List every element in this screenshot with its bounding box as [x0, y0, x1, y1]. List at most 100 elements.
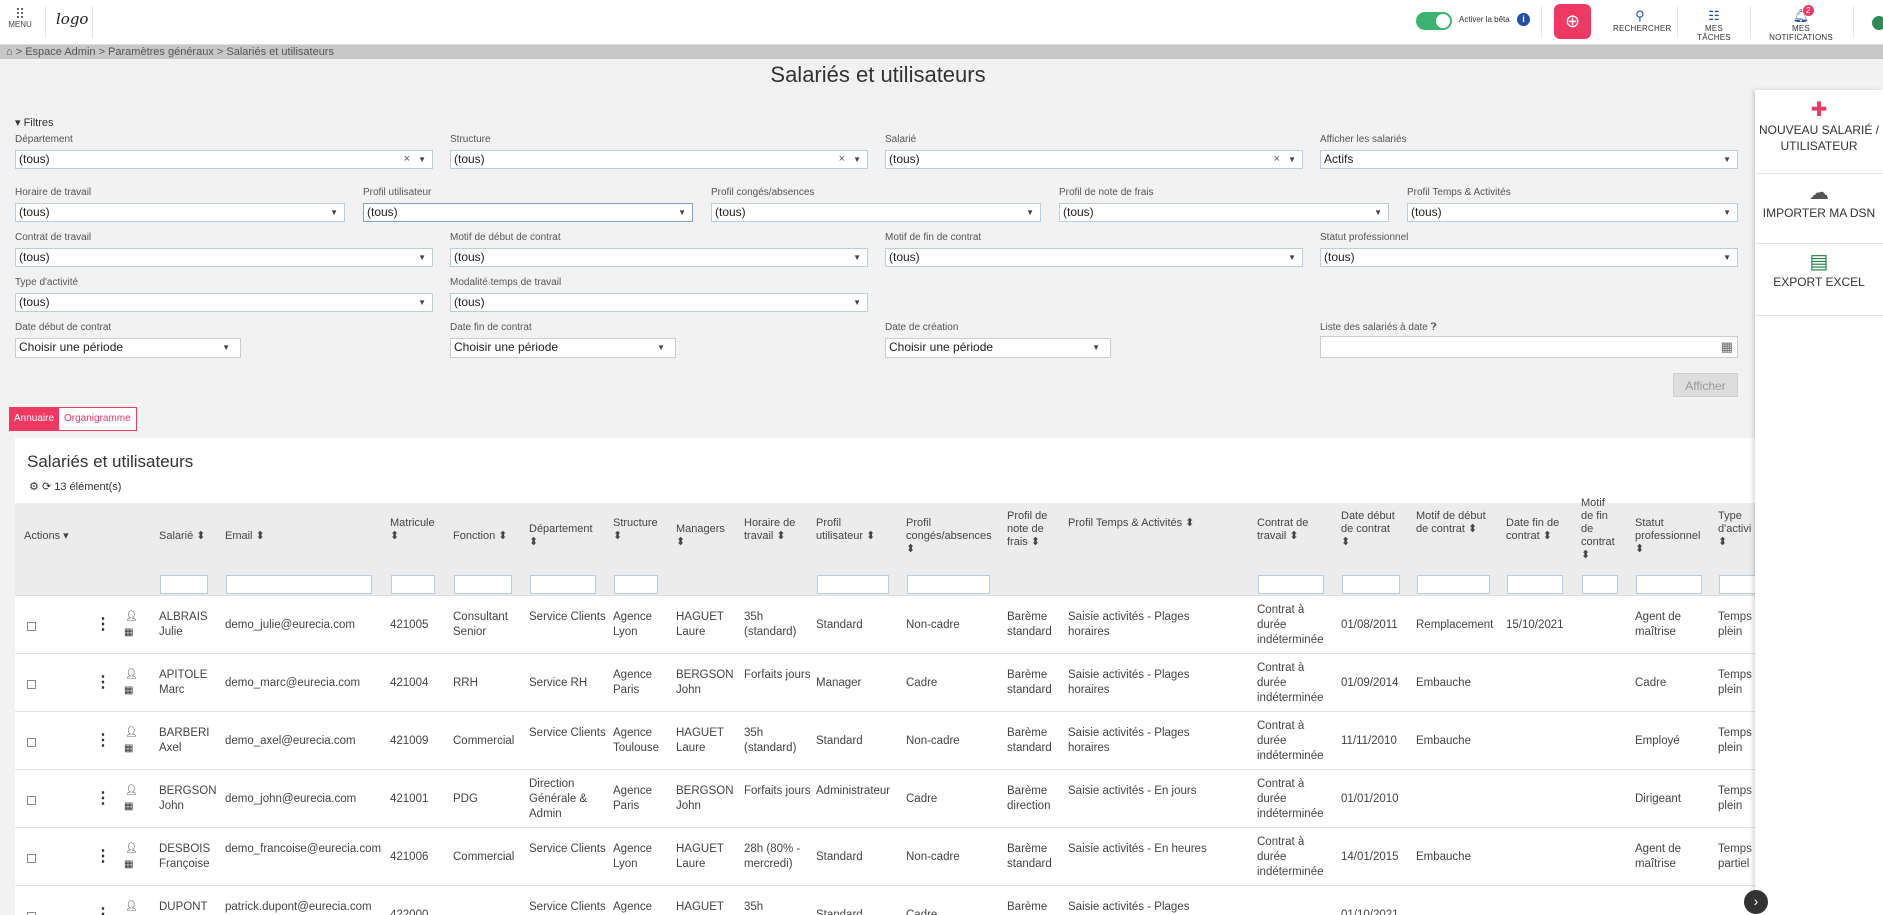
logo[interactable]: logo: [56, 10, 88, 28]
row-menu-icon[interactable]: ⋮: [95, 617, 111, 633]
date-debut-select[interactable]: Choisir une période ▼: [15, 338, 241, 358]
table-row[interactable]: ⋮ 👤︎ ▦ DESBOIS Françoise demo_francoise@eure…: [15, 829, 1755, 886]
profil-frais-select[interactable]: (tous) ▼: [1059, 203, 1389, 222]
row-checkbox[interactable]: [27, 854, 36, 863]
import-dsn-button[interactable]: ☁ IMPORTER MA DSN: [1755, 181, 1883, 221]
profil-conges-select[interactable]: (tous) ▼: [711, 203, 1041, 222]
profil-temps-select[interactable]: (tous) ▼: [1407, 203, 1738, 222]
row-checkbox[interactable]: [27, 796, 36, 805]
clear-icon[interactable]: ×: [404, 151, 410, 168]
afficher-button[interactable]: Afficher: [1673, 373, 1738, 397]
column-header-managers[interactable]: Managers ⬍: [676, 523, 731, 549]
afficher-select[interactable]: Actifs ▼: [1320, 150, 1738, 169]
cell-email[interactable]: patrick.dupont@eurecia.com: [225, 900, 373, 915]
user-icon[interactable]: 👤︎: [125, 902, 138, 912]
column-header-date-fin[interactable]: Date fin de contrat ⬍: [1506, 517, 1566, 543]
user-icon[interactable]: 👤︎: [125, 786, 138, 796]
notifications-button[interactable]: 🔔︎ 2 MES NOTIFICATIONS: [1760, 5, 1842, 42]
table-row[interactable]: ⋮👤︎▦DUPONT Patrickpatrick.dupont@eurecia…: [15, 887, 1755, 915]
date-fin-select[interactable]: Choisir une période ▼: [450, 338, 676, 358]
user-icon[interactable]: 👤︎: [125, 670, 138, 680]
column-filter-date-fin[interactable]: [1507, 575, 1563, 594]
column-header-email[interactable]: Email ⬍: [225, 530, 365, 543]
refresh-icon[interactable]: ⟳: [42, 481, 51, 493]
column-header-profil-utilisateur[interactable]: Profil utilisateur ⬍: [816, 517, 886, 543]
row-checkbox[interactable]: [27, 738, 36, 747]
contrat-select[interactable]: (tous) ▼: [15, 248, 433, 267]
column-filter-email[interactable]: [226, 575, 372, 594]
cell-salarie[interactable]: BARBERI Axel: [159, 726, 215, 756]
user-icon[interactable]: 👤︎: [125, 728, 138, 738]
date-creation-select[interactable]: Choisir une période ▼: [885, 338, 1111, 358]
tasks-button[interactable]: ☷ MES TÂCHES: [1688, 8, 1740, 42]
column-filter-contrat[interactable]: [1258, 575, 1324, 594]
cell-email[interactable]: demo_marc@eurecia.com: [225, 676, 373, 691]
calendar-icon[interactable]: ▦: [124, 860, 133, 870]
quick-add-button[interactable]: ⊕: [1554, 4, 1591, 39]
table-row[interactable]: ⋮ 👤︎ ▦ BARBERI Axel demo_axel@eurecia.com 421…: [15, 713, 1755, 770]
column-filter-date-debut[interactable]: [1342, 575, 1400, 594]
column-header-matricule[interactable]: Matricule ⬍: [390, 517, 440, 543]
column-header-statut[interactable]: Statut professionnel ⬍: [1635, 517, 1705, 556]
column-filter-departement[interactable]: [530, 575, 596, 594]
calendar-icon[interactable]: ▦: [124, 744, 133, 754]
column-filter-motif-debut[interactable]: [1417, 575, 1490, 594]
row-menu-icon[interactable]: ⋮: [95, 849, 111, 865]
help-icon[interactable]: ❓︎: [1431, 322, 1437, 333]
cell-salarie[interactable]: BERGSON John: [159, 784, 217, 814]
row-checkbox[interactable]: [27, 622, 36, 631]
column-header-motif-debut[interactable]: Motif de début de contrat ⬍: [1416, 510, 1486, 536]
column-filter-salarie[interactable]: [160, 575, 208, 594]
column-header-type[interactable]: Type d'activi ⬍: [1718, 510, 1755, 549]
new-employee-button[interactable]: ✚ NOUVEAU SALARIÉ / UTILISATEUR: [1755, 98, 1883, 154]
profil-utilisateur-select[interactable]: (tous) ▼: [363, 203, 693, 222]
column-header-fonction[interactable]: Fonction ⬍: [453, 530, 513, 543]
user-icon[interactable]: 👤︎: [125, 844, 138, 854]
column-filter-motif-fin[interactable]: [1582, 575, 1618, 594]
cell-salarie[interactable]: DESBOIS Françoise: [159, 842, 215, 872]
gear-icon[interactable]: ⚙: [29, 481, 39, 493]
column-header-contrat[interactable]: Contrat de travail ⬍: [1257, 517, 1317, 543]
horaire-select[interactable]: (tous) ▼: [15, 203, 345, 222]
row-menu-icon[interactable]: ⋮: [95, 675, 111, 691]
column-header-structure[interactable]: Structure ⬍: [613, 517, 663, 543]
search-button[interactable]: ⚲ RECHERCHER: [1613, 8, 1671, 33]
row-menu-icon[interactable]: ⋮: [95, 733, 111, 749]
clear-icon[interactable]: ×: [839, 151, 845, 168]
cell-salarie[interactable]: ALBRAIS Julie: [159, 610, 215, 640]
info-icon[interactable]: i: [1517, 13, 1530, 26]
cell-salarie[interactable]: APITOLE Marc: [159, 668, 215, 698]
cell-email[interactable]: demo_john@eurecia.com: [225, 792, 373, 807]
cell-email[interactable]: demo_axel@eurecia.com: [225, 734, 373, 749]
avatar[interactable]: [1870, 14, 1883, 32]
scroll-right-button[interactable]: ›: [1744, 890, 1768, 914]
statut-select[interactable]: (tous) ▼: [1320, 248, 1738, 267]
breadcrumb-path[interactable]: > Espace Admin > Paramètres généraux > S…: [16, 46, 334, 58]
modalite-select[interactable]: (tous) ▼: [450, 293, 868, 312]
type-activite-select[interactable]: (tous) ▼: [15, 293, 433, 312]
calendar-icon[interactable]: ▦: [124, 802, 133, 812]
cell-email[interactable]: demo_julie@eurecia.com: [225, 618, 373, 633]
clear-icon[interactable]: ×: [1274, 151, 1280, 168]
column-filter-profil-conges[interactable]: [907, 575, 990, 594]
column-filter-profil-utilisateur[interactable]: [817, 575, 889, 594]
column-filter-statut[interactable]: [1636, 575, 1702, 594]
calendar-icon[interactable]: ▦: [1721, 338, 1733, 355]
column-header-profil-temps[interactable]: Profil Temps & Activités ⬍: [1068, 517, 1218, 530]
calendar-icon[interactable]: ▦: [124, 686, 133, 696]
column-header-actions[interactable]: Actions ▾: [24, 530, 84, 543]
column-header-motif-fin[interactable]: Motif de fin de contrat ⬍: [1581, 497, 1615, 562]
cell-salarie[interactable]: DUPONT Patrick: [159, 900, 215, 915]
column-header-horaire[interactable]: Horaire de travail ⬍: [744, 517, 804, 543]
user-icon[interactable]: 👤︎: [125, 612, 138, 622]
column-header-profil-frais[interactable]: Profil de note de frais ⬍: [1007, 510, 1059, 549]
column-header-date-debut[interactable]: Date début de contrat ⬍: [1341, 510, 1401, 549]
salarie-select[interactable]: (tous) × ▼: [885, 150, 1303, 169]
column-header-departement[interactable]: Département ⬍: [529, 523, 599, 549]
departement-select[interactable]: (tous) × ▼: [15, 150, 433, 169]
column-header-salarie[interactable]: Salarié ⬍: [159, 530, 207, 543]
tab-organigramme[interactable]: Organigramme: [58, 407, 137, 431]
liste-date-input[interactable]: ▦: [1320, 336, 1738, 358]
motif-fin-select[interactable]: (tous) ▼: [885, 248, 1303, 267]
table-row[interactable]: ⋮ 👤︎ ▦ BERGSON John demo_john@eurecia.com 421…: [15, 771, 1755, 828]
